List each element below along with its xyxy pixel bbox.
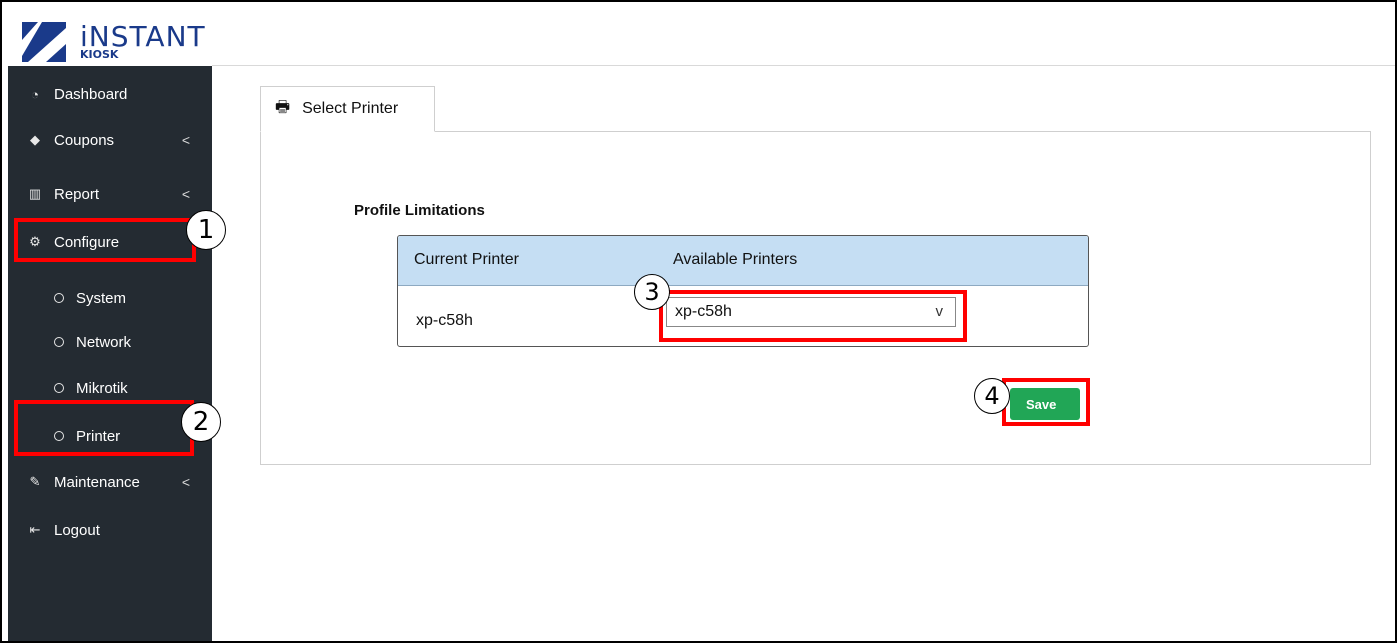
- printer-select-value: xp-c58h: [675, 303, 732, 320]
- tag-icon: ◆: [30, 132, 40, 147]
- brand-sub: KIOSK: [80, 48, 119, 61]
- step-marker-3: 3: [634, 274, 670, 310]
- gauge-icon: ◔: [31, 86, 39, 102]
- logo[interactable]: iNSTANT KIOSK: [8, 8, 212, 66]
- sidebar-item-label: Logout: [54, 521, 100, 539]
- sidebar-item-dashboard[interactable]: ◔ Dashboard: [8, 74, 212, 114]
- circle-icon: [54, 293, 64, 303]
- chevron-down-icon: v: [935, 303, 944, 320]
- chevron-left-icon: <: [181, 132, 190, 148]
- sidebar-item-label: System: [76, 289, 127, 307]
- sidebar-item-label: Report: [54, 185, 100, 203]
- tab-select-printer[interactable]: 🖶 Select Printer: [260, 86, 435, 132]
- logo-mark-icon: [22, 22, 66, 62]
- sidebar-item-label: Maintenance: [54, 473, 140, 491]
- sidebar-item-label: Network: [76, 333, 132, 351]
- sidebar-item-label: Dashboard: [54, 85, 128, 103]
- sidebar: ◔ Dashboard ◆ Coupons < ▥ Report < ⚙ Con…: [8, 66, 212, 641]
- sidebar-item-label: Configure: [54, 233, 120, 251]
- sidebar-item-maintenance[interactable]: ✎ Maintenance <: [8, 462, 212, 502]
- column-header-available: Available Printers: [673, 251, 798, 268]
- printer-select[interactable]: xp-c58h v: [666, 297, 956, 327]
- sidebar-item-mikrotik[interactable]: Mikrotik: [8, 368, 212, 408]
- sidebar-item-label: Mikrotik: [76, 379, 128, 397]
- save-button-label: Save: [1026, 396, 1057, 412]
- circle-icon: [54, 431, 64, 441]
- section-title: Profile Limitations: [354, 202, 485, 219]
- current-printer-value: xp-c58h: [416, 312, 473, 329]
- tab-label: Select Printer: [302, 100, 399, 117]
- gear-icon: ⚙: [29, 234, 41, 249]
- bar-chart-icon: ▥: [28, 186, 42, 201]
- printer-icon: 🖶: [275, 98, 291, 116]
- sidebar-item-logout[interactable]: ⇤ Logout: [8, 510, 212, 550]
- sidebar-item-coupons[interactable]: ◆ Coupons <: [8, 120, 212, 160]
- step-marker-2: 2: [181, 402, 221, 442]
- circle-icon: [54, 383, 64, 393]
- sidebar-item-report[interactable]: ▥ Report <: [8, 174, 212, 214]
- chevron-left-icon: <: [181, 474, 190, 490]
- sidebar-item-configure[interactable]: ⚙ Configure: [8, 222, 212, 262]
- printer-table: Current Printer Available Printers xp-c5…: [397, 235, 1089, 347]
- chevron-left-icon: <: [181, 186, 190, 202]
- wrench-icon: ✎: [29, 474, 41, 489]
- sidebar-item-network[interactable]: Network: [8, 322, 212, 362]
- sidebar-item-system[interactable]: System: [8, 278, 212, 318]
- top-bar: iNSTANT KIOSK: [8, 8, 1395, 66]
- logout-icon: ⇤: [29, 522, 41, 537]
- step-marker-4: 4: [974, 378, 1010, 414]
- table-header: Current Printer Available Printers: [398, 236, 1088, 286]
- main-content: 🖶 Select Printer Profile Limitations Cur…: [212, 66, 1395, 641]
- circle-icon: [54, 337, 64, 347]
- sidebar-item-label: Coupons: [54, 131, 115, 149]
- sidebar-item-label: Printer: [76, 427, 121, 445]
- column-header-current: Current Printer: [414, 251, 519, 268]
- step-marker-1: 1: [186, 210, 226, 250]
- save-button[interactable]: Save: [1010, 388, 1080, 420]
